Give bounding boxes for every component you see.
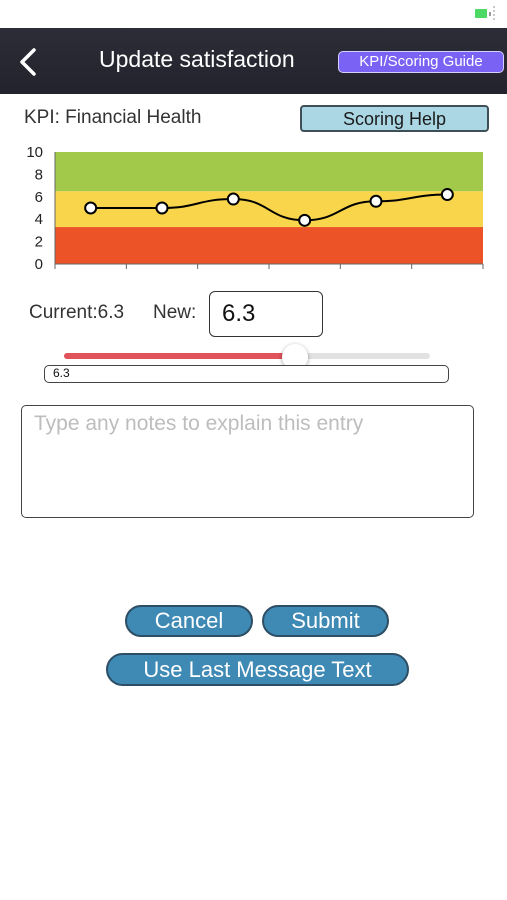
current-value-label: Current:6.3 (29, 302, 125, 323)
score-slider-fill (64, 353, 295, 359)
chart-y-tick-label: 4 (35, 211, 43, 228)
battery-tip (489, 12, 491, 16)
back-button[interactable] (12, 44, 48, 80)
chart-data-point (84, 201, 98, 215)
new-value-label: New: (153, 302, 197, 323)
status-bar (0, 0, 507, 28)
chart-y-tick-label: 2 (35, 234, 43, 251)
chart-y-tick-label: 6 (35, 189, 43, 206)
use-last-message-button[interactable]: Use Last Message Text (106, 653, 409, 686)
chart-data-point (155, 201, 169, 215)
kpi-label: KPI: Financial Health (24, 107, 202, 128)
chart-band-2 (55, 152, 483, 192)
slider-value-display: 6.3 (44, 365, 449, 383)
chart-data-point (369, 194, 383, 208)
kpi-history-chart: 0 2 4 6 8 10 (26, 144, 484, 273)
chart-y-tick-label: 10 (26, 144, 43, 161)
score-slider-track[interactable] (64, 353, 430, 359)
chart-data-point (298, 213, 312, 227)
chart-data-point (226, 192, 240, 206)
nav-bar: Update satisfaction KPI/Scoring Guide (0, 28, 507, 94)
scoring-help-button[interactable]: Scoring Help (300, 105, 489, 132)
signal-dots-icon (493, 6, 499, 20)
notes-textarea[interactable] (21, 405, 474, 518)
cancel-button[interactable]: Cancel (125, 605, 253, 637)
chevron-left-icon (20, 48, 36, 76)
new-value-input[interactable] (209, 291, 323, 337)
chart-y-tick-label: 8 (35, 166, 43, 183)
kpi-scoring-guide-button[interactable]: KPI/Scoring Guide (338, 51, 504, 73)
page-title: Update satisfaction (99, 46, 295, 72)
submit-button[interactable]: Submit (262, 605, 389, 637)
battery-icon (475, 9, 487, 18)
chart-data-point (440, 188, 454, 202)
chart-y-tick-label: 0 (35, 256, 43, 273)
chart-band-0 (55, 227, 483, 264)
